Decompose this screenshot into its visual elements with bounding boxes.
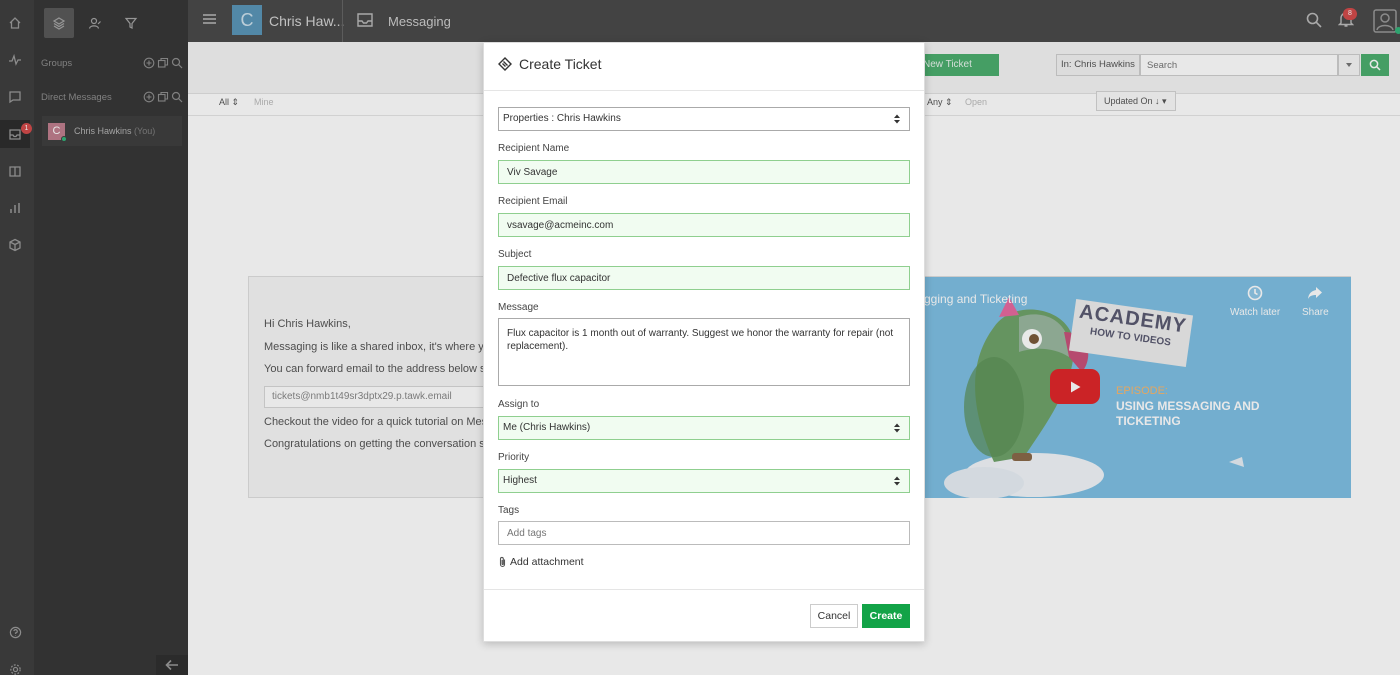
avatar[interactable]: C xyxy=(232,5,262,35)
tags-input[interactable] xyxy=(498,521,910,545)
book-icon[interactable] xyxy=(0,157,30,185)
notification-badge: 8 xyxy=(1343,8,1357,20)
dm-item-chris-hawkins[interactable]: C Chris Hawkins (You) xyxy=(42,116,182,146)
recipient-email-label: Recipient Email xyxy=(498,196,568,207)
avatar: C xyxy=(48,122,67,142)
tutorial-video[interactable]: gging and Ticketing Watch later Share AC… xyxy=(924,277,1351,498)
add-group-icon[interactable] xyxy=(143,57,155,69)
recipient-email-field[interactable] xyxy=(498,213,910,237)
dm-actions xyxy=(143,91,183,103)
filter-icon[interactable] xyxy=(116,8,146,38)
share-label: Share xyxy=(1302,307,1329,318)
welcome-text: Congratulations on getting the conversat… xyxy=(264,438,485,450)
select-arrows-icon xyxy=(893,422,901,434)
help-icon[interactable] xyxy=(0,618,30,646)
subject-field[interactable] xyxy=(498,266,910,290)
search-dm-icon[interactable] xyxy=(171,91,183,103)
create-ticket-dialog: Create Ticket Properties : Chris Hawkins… xyxy=(483,42,925,642)
collapse-panel-button[interactable] xyxy=(156,655,188,675)
video-title: gging and Ticketing xyxy=(924,292,1028,306)
forward-email-field[interactable]: tickets@nmb1t49sr3dptx29.p.tawk.email xyxy=(264,386,494,408)
dialog-title: Create Ticket xyxy=(519,56,602,72)
episode-label: EPISODE: xyxy=(1116,385,1168,397)
property-name[interactable]: Chris Haw... xyxy=(269,13,344,29)
search-group-icon[interactable] xyxy=(171,57,183,69)
dm-item-label: Chris Hawkins (You) xyxy=(74,126,156,136)
menu-icon[interactable] xyxy=(202,12,217,26)
episode-title: USING MESSAGING AND TICKETING xyxy=(1116,399,1260,428)
subject-label: Subject xyxy=(498,249,532,260)
paperclip-icon xyxy=(498,556,507,568)
filter-any[interactable]: Any ⇕ xyxy=(927,97,953,108)
welcome-greeting: Hi Chris Hawkins, xyxy=(264,318,351,330)
watch-later-button[interactable]: Watch later xyxy=(1230,285,1280,318)
search-button[interactable] xyxy=(1361,54,1389,76)
filter-open[interactable]: Open xyxy=(965,97,987,107)
welcome-text: Messaging is like a shared inbox, it's w… xyxy=(264,341,490,353)
copy-dm-icon[interactable] xyxy=(157,91,169,103)
reports-icon[interactable] xyxy=(0,194,30,222)
layers-icon[interactable] xyxy=(44,8,74,38)
online-status-dot xyxy=(61,135,67,142)
left-rail: 1 xyxy=(0,0,34,675)
sort-updated-on[interactable]: Updated On ↓ ▾ xyxy=(1096,91,1176,111)
assign-to-select[interactable]: Me (Chris Hawkins) xyxy=(498,416,910,440)
play-button[interactable] xyxy=(1050,369,1100,404)
select-arrows-icon xyxy=(893,475,901,487)
groups-actions xyxy=(143,57,183,69)
ticket-icon xyxy=(498,57,512,71)
activity-icon[interactable] xyxy=(0,46,30,74)
search-icon[interactable] xyxy=(1306,12,1322,28)
divider xyxy=(342,0,343,42)
search-input[interactable] xyxy=(1140,54,1338,76)
priority-label: Priority xyxy=(498,452,530,463)
online-status-dot xyxy=(1395,27,1400,34)
properties-select[interactable]: Properties : Chris Hawkins xyxy=(498,107,910,131)
add-dm-icon[interactable] xyxy=(143,91,155,103)
welcome-text: Checkout the video for a quick tutorial … xyxy=(264,416,488,428)
priority-select[interactable]: Highest xyxy=(498,469,910,493)
assign-to-label: Assign to xyxy=(498,399,540,410)
welcome-text: You can forward email to the address bel… xyxy=(264,363,486,375)
page-title: Messaging xyxy=(388,14,451,29)
filter-all[interactable]: All ⇕ xyxy=(219,97,239,108)
message-field[interactable]: Flux capacitor is 1 month out of warrant… xyxy=(498,318,910,386)
tags-label: Tags xyxy=(498,505,520,516)
search-dropdown-button[interactable] xyxy=(1338,54,1360,76)
recipient-name-label: Recipient Name xyxy=(498,143,570,154)
share-button[interactable]: Share xyxy=(1302,285,1329,318)
side-panel: Groups Direct Messages C Chris Hawkins (… xyxy=(34,0,188,675)
message-label: Message xyxy=(498,302,539,313)
chat-icon[interactable] xyxy=(0,83,30,111)
dialog-header: Create Ticket xyxy=(484,43,924,91)
recipient-name-field[interactable] xyxy=(498,160,910,184)
settings-icon[interactable] xyxy=(0,655,30,675)
select-arrows-icon xyxy=(893,113,901,125)
cancel-button[interactable]: Cancel xyxy=(810,604,858,628)
watch-later-label: Watch later xyxy=(1230,307,1281,318)
home-icon[interactable] xyxy=(0,9,30,37)
direct-messages-title: Direct Messages xyxy=(41,92,112,103)
profile-icon[interactable] xyxy=(1373,9,1397,33)
addons-icon[interactable] xyxy=(0,231,30,259)
inbox-selector[interactable]: In: Chris Hawkins xyxy=(1056,54,1140,76)
top-bar: C Chris Haw... Messaging 8 xyxy=(188,0,1400,42)
copy-group-icon[interactable] xyxy=(157,57,169,69)
inbox-badge: 1 xyxy=(21,123,32,134)
groups-title: Groups xyxy=(41,58,73,69)
messaging-icon xyxy=(356,12,374,28)
create-button[interactable]: Create xyxy=(862,604,910,628)
add-attachment-link[interactable]: Add attachment xyxy=(498,556,584,568)
new-ticket-button[interactable]: New Ticket xyxy=(923,54,999,76)
filter-mine[interactable]: Mine xyxy=(254,97,274,107)
dialog-footer-divider xyxy=(484,589,924,590)
visitors-icon[interactable] xyxy=(80,8,110,38)
